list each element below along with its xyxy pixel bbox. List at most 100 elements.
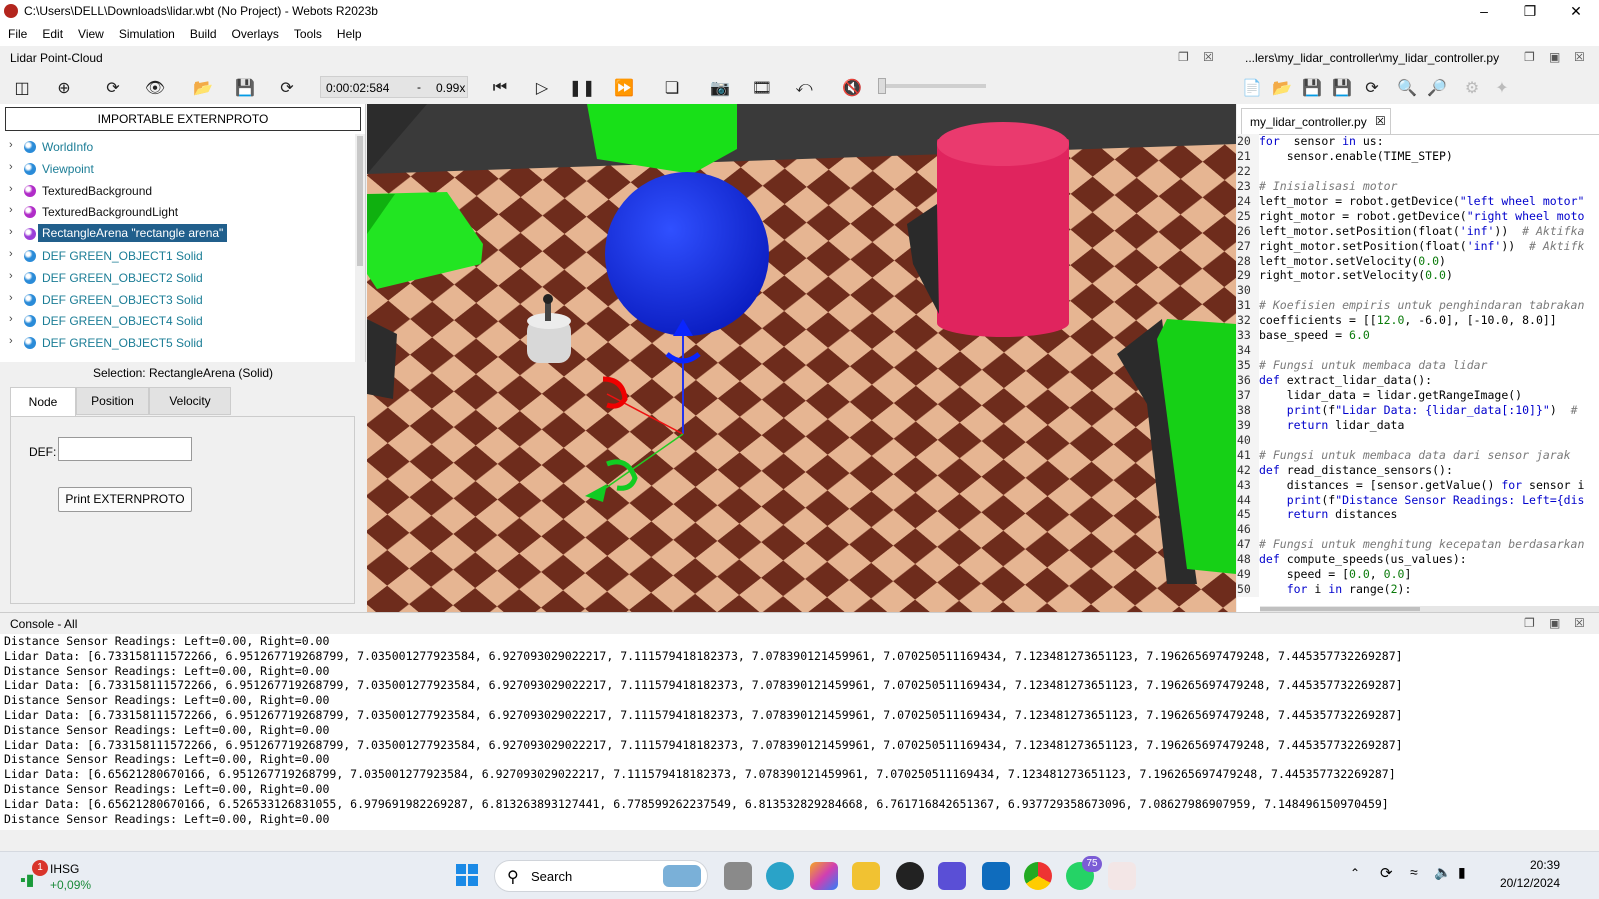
add-node-icon[interactable]: ⊕: [52, 76, 76, 100]
expand-arrow-icon[interactable]: ›: [9, 161, 13, 173]
float-panel-icon[interactable]: ❐: [1178, 50, 1189, 64]
menu-overlays[interactable]: Overlays: [224, 24, 286, 41]
tree-item[interactable]: › Viewpoint: [0, 158, 352, 180]
volume-slider-handle[interactable]: [878, 78, 886, 94]
step-icon[interactable]: ▷: [530, 76, 554, 100]
step-back-icon[interactable]: ⏮: [488, 76, 512, 100]
maximize-editor-icon[interactable]: ▣: [1549, 50, 1560, 64]
importable-externproto-button[interactable]: IMPORTABLE EXTERNPROTO: [5, 107, 361, 131]
expand-arrow-icon[interactable]: ›: [9, 226, 13, 238]
3d-scene[interactable]: [367, 104, 1236, 612]
float-console-icon[interactable]: ❐: [1524, 616, 1535, 630]
volume-slider[interactable]: [878, 84, 986, 88]
maximize-button[interactable]: ❐: [1507, 0, 1553, 24]
maximize-console-icon[interactable]: ▣: [1549, 616, 1560, 630]
app-icon[interactable]: [938, 862, 966, 890]
start-icon[interactable]: [456, 864, 478, 886]
minimize-button[interactable]: –: [1461, 0, 1507, 24]
copilot-app-icon[interactable]: [766, 862, 794, 890]
def-input[interactable]: [58, 437, 192, 461]
save-file-icon[interactable]: 💾: [1300, 76, 1324, 100]
copilot-icon[interactable]: [810, 862, 838, 890]
menu-view[interactable]: View: [70, 24, 111, 41]
menu-edit[interactable]: Edit: [34, 24, 70, 41]
file-explorer-icon[interactable]: [852, 862, 880, 890]
screenshot-icon[interactable]: 📷: [708, 76, 732, 100]
outlook-icon[interactable]: [982, 862, 1010, 890]
close-console-icon[interactable]: ☒: [1574, 616, 1585, 630]
close-tab-icon[interactable]: ☒: [1375, 114, 1386, 128]
menu-simulation[interactable]: Simulation: [111, 24, 182, 41]
eye-icon[interactable]: 👁: [143, 76, 167, 100]
expand-arrow-icon[interactable]: ›: [9, 292, 13, 304]
find-icon[interactable]: 🔍: [1395, 76, 1419, 100]
volume-icon[interactable]: 🔈: [1434, 864, 1451, 881]
pause-icon[interactable]: ❚❚: [569, 76, 596, 100]
rendering-icon[interactable]: ❏: [660, 76, 684, 100]
tab-position[interactable]: Position: [76, 387, 149, 415]
task-view-icon[interactable]: [724, 862, 752, 890]
replace-icon[interactable]: 🔎: [1425, 76, 1449, 100]
clean-icon[interactable]: ✦: [1490, 76, 1514, 100]
close-panel-icon[interactable]: ☒: [1203, 50, 1214, 64]
console-output[interactable]: Distance Sensor Readings: Left=0.00, Rig…: [0, 634, 1599, 830]
menu-build[interactable]: Build: [182, 24, 224, 41]
tree-scrollbar[interactable]: [355, 134, 365, 362]
clock-time[interactable]: 20:39: [1506, 858, 1560, 872]
expand-arrow-icon[interactable]: ›: [9, 248, 13, 260]
tree-item[interactable]: › DEF GREEN_OBJECT1 Solid: [0, 245, 352, 267]
editor-tab[interactable]: my_lidar_controller.py ☒: [1241, 108, 1391, 134]
open-world-icon[interactable]: 📂: [191, 76, 215, 100]
tree-item[interactable]: › TexturedBackgroundLight: [0, 201, 352, 223]
movie-icon[interactable]: 🎞: [750, 76, 774, 100]
menu-file[interactable]: File: [0, 24, 34, 41]
wifi-icon[interactable]: ≈: [1410, 864, 1418, 880]
expand-arrow-icon[interactable]: ›: [9, 313, 13, 325]
tree-item[interactable]: › DEF GREEN_OBJECT5 Solid: [0, 332, 352, 354]
menu-help[interactable]: Help: [329, 24, 369, 41]
close-editor-icon[interactable]: ☒: [1574, 50, 1585, 64]
tree-item[interactable]: › DEF GREEN_OBJECT4 Solid: [0, 310, 352, 332]
chevron-up-icon[interactable]: ⌃: [1350, 866, 1360, 880]
toggle-scene-tree-icon[interactable]: ◫: [10, 76, 34, 100]
tab-velocity[interactable]: Velocity: [149, 387, 231, 415]
tree-item[interactable]: › DEF GREEN_OBJECT3 Solid: [0, 289, 352, 311]
expand-arrow-icon[interactable]: ›: [9, 335, 13, 347]
reset-viewpoint-icon[interactable]: ⟳: [101, 76, 125, 100]
revert-icon[interactable]: ⟳: [1360, 76, 1384, 100]
build-icon[interactable]: ⚙: [1460, 76, 1484, 100]
stock-widget[interactable]: ▪▮ 1 IHSG +0,09%: [20, 860, 116, 894]
3d-view[interactable]: [367, 104, 1236, 612]
code-area[interactable]: 20 for sensor in us: 21 sensor.enable(TIME…: [1237, 134, 1599, 606]
float-editor-icon[interactable]: ❐: [1524, 50, 1535, 64]
menu-tools[interactable]: Tools: [286, 24, 329, 41]
webots-taskbar-icon[interactable]: [1108, 862, 1136, 890]
tree-item[interactable]: › RectangleArena "rectangle arena": [0, 223, 352, 245]
mute-icon[interactable]: 🔇: [840, 76, 864, 100]
expand-arrow-icon[interactable]: ›: [9, 139, 13, 151]
close-button[interactable]: ✕: [1553, 0, 1599, 24]
save-world-icon[interactable]: 💾: [233, 76, 257, 100]
new-file-icon[interactable]: 📄: [1240, 76, 1264, 100]
tab-node[interactable]: Node: [10, 387, 76, 417]
expand-arrow-icon[interactable]: ›: [9, 270, 13, 282]
fast-forward-icon[interactable]: ⏩: [612, 76, 636, 100]
blue-sphere[interactable]: [605, 172, 769, 336]
tree-item[interactable]: › WorldInfo: [0, 136, 352, 158]
save-as-icon[interactable]: 💾: [1330, 76, 1354, 100]
tree-item[interactable]: › TexturedBackground: [0, 180, 352, 202]
expand-arrow-icon[interactable]: ›: [9, 183, 13, 195]
tree-item[interactable]: › DEF GREEN_OBJECT2 Solid: [0, 267, 352, 289]
clock-date[interactable]: 20/12/2024: [1490, 876, 1560, 890]
battery-icon[interactable]: ▮: [1458, 864, 1466, 881]
chrome-icon[interactable]: [1024, 862, 1052, 890]
open-file-icon[interactable]: 📂: [1270, 76, 1294, 100]
expand-arrow-icon[interactable]: ›: [9, 204, 13, 216]
sync-icon[interactable]: ⟳: [1380, 864, 1393, 882]
print-externproto-button[interactable]: Print EXTERNPROTO: [58, 487, 192, 512]
reload-world-icon[interactable]: ⟳: [275, 76, 299, 100]
pink-cylinder[interactable]: [937, 139, 1069, 324]
search-box[interactable]: ⚲ Search: [494, 860, 708, 892]
dell-icon[interactable]: [896, 862, 924, 890]
share-icon[interactable]: ⤺: [792, 76, 816, 100]
